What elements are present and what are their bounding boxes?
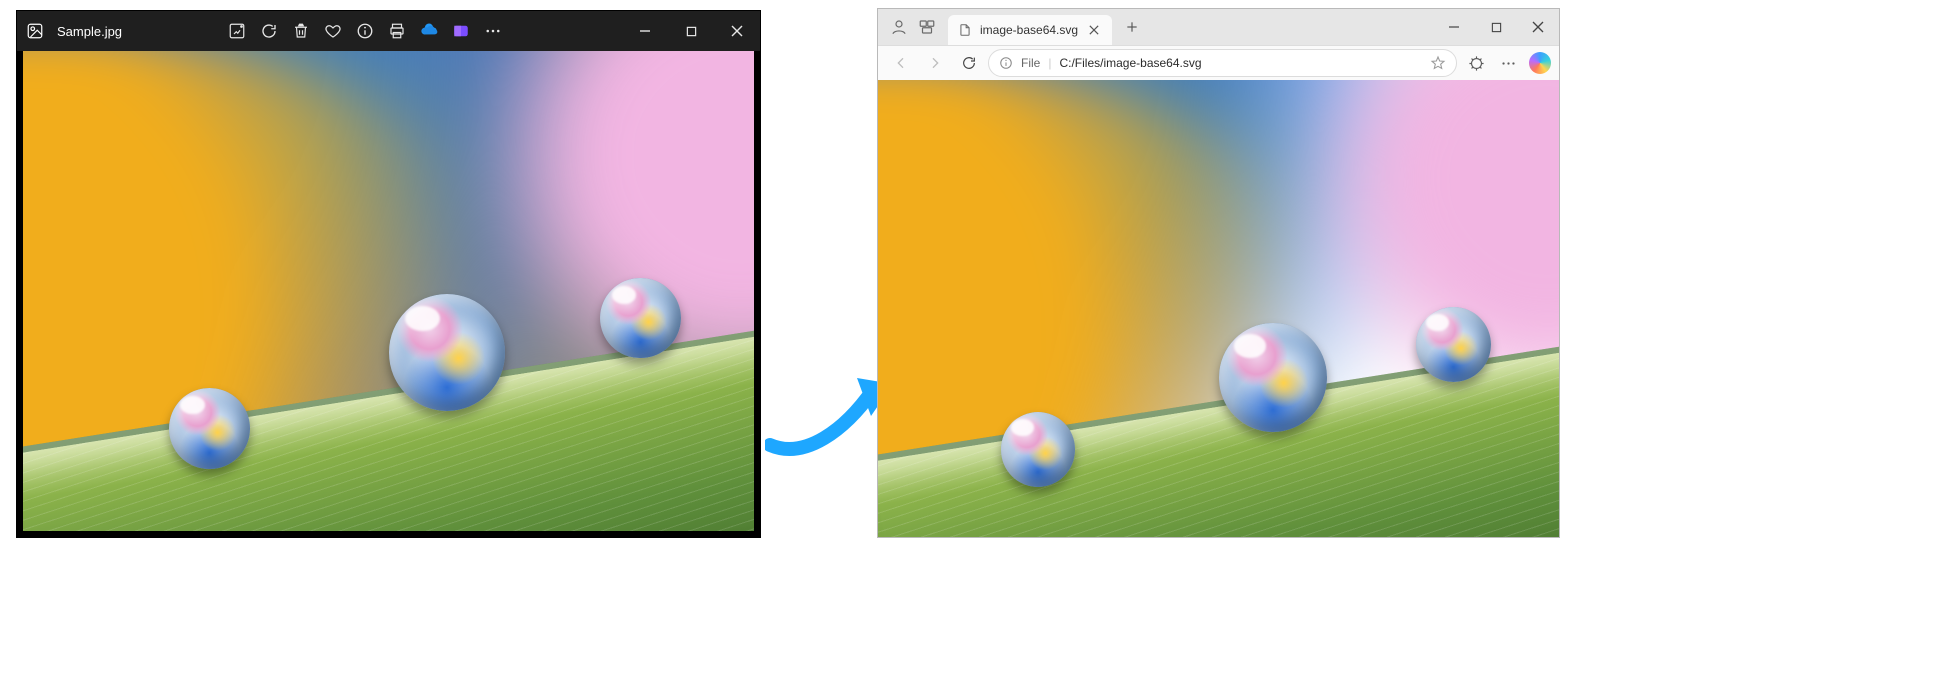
- back-button[interactable]: [886, 49, 916, 77]
- close-button[interactable]: [714, 11, 760, 51]
- refresh-button[interactable]: [954, 49, 984, 77]
- favorite-star-button[interactable]: [1430, 55, 1446, 71]
- rendered-svg-image: [878, 80, 1559, 537]
- profile-icon[interactable]: [888, 16, 910, 38]
- print-button[interactable]: [382, 16, 412, 46]
- copilot-icon[interactable]: [1529, 52, 1551, 74]
- photos-filename: Sample.jpg: [57, 24, 122, 39]
- photos-window-controls: [622, 11, 760, 51]
- browser-toolbar: File | C:/Files/image-base64.svg: [878, 45, 1559, 80]
- edit-image-button[interactable]: [222, 16, 252, 46]
- info-button[interactable]: [350, 16, 380, 46]
- minimize-button[interactable]: [622, 11, 668, 51]
- maximize-button[interactable]: [1475, 9, 1517, 45]
- clipchamp-button[interactable]: [446, 16, 476, 46]
- tab-close-button[interactable]: [1086, 22, 1102, 38]
- workspaces-icon[interactable]: [916, 16, 938, 38]
- url-path: C:/Files/image-base64.svg: [1059, 56, 1201, 70]
- browser-viewport[interactable]: [877, 80, 1560, 538]
- browser-tab-active[interactable]: image-base64.svg: [948, 15, 1112, 45]
- file-icon: [958, 23, 972, 37]
- address-bar[interactable]: File | C:/Files/image-base64.svg: [988, 49, 1457, 77]
- photos-toolbar: [222, 16, 508, 46]
- rotate-button[interactable]: [254, 16, 284, 46]
- browser-right-tools: [1461, 49, 1551, 77]
- displayed-image: [23, 51, 754, 531]
- onedrive-button[interactable]: [414, 16, 444, 46]
- photos-image-viewport[interactable]: [17, 51, 760, 537]
- close-button[interactable]: [1517, 9, 1559, 45]
- favorite-button[interactable]: [318, 16, 348, 46]
- more-button[interactable]: [478, 16, 508, 46]
- url-scheme-label: File: [1021, 56, 1040, 70]
- photos-window: Sample.jpg: [16, 10, 761, 538]
- photos-titlebar[interactable]: Sample.jpg: [17, 11, 760, 51]
- more-button[interactable]: [1493, 49, 1523, 77]
- tab-title: image-base64.svg: [980, 23, 1078, 37]
- new-tab-button[interactable]: [1118, 13, 1146, 41]
- maximize-button[interactable]: [668, 11, 714, 51]
- minimize-button[interactable]: [1433, 9, 1475, 45]
- delete-button[interactable]: [286, 16, 316, 46]
- forward-button[interactable]: [920, 49, 950, 77]
- browser-window-controls: [1433, 9, 1559, 45]
- browser-window: image-base64.svg: [877, 8, 1560, 80]
- browser-tabstrip: image-base64.svg: [878, 9, 1559, 45]
- photos-app-icon: [25, 21, 45, 41]
- extensions-button[interactable]: [1461, 49, 1491, 77]
- separator: |: [1048, 56, 1051, 70]
- conversion-arrow: [765, 350, 895, 470]
- site-info-icon[interactable]: [999, 56, 1013, 70]
